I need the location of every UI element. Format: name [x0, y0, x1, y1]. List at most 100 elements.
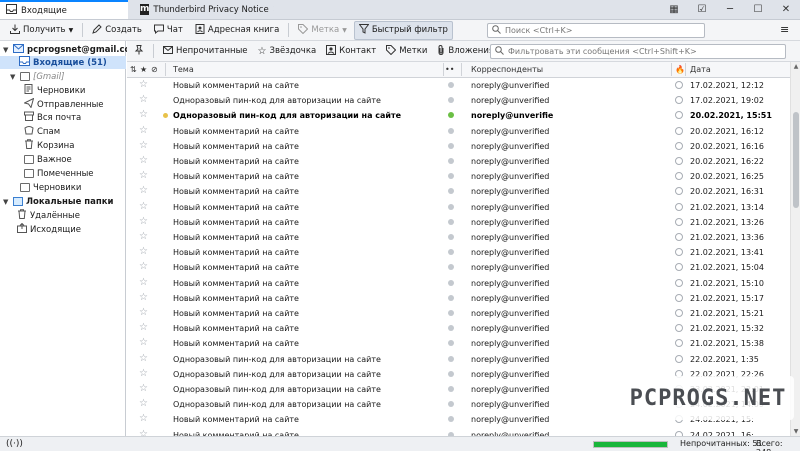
star-icon[interactable]: ☆: [139, 383, 148, 395]
folder-starred[interactable]: Помеченные: [24, 167, 94, 180]
junk-status-icon[interactable]: [675, 248, 683, 257]
folder-sent[interactable]: Отправленные: [23, 97, 104, 111]
read-status-icon[interactable]: [448, 294, 454, 301]
message-row[interactable]: ☆ Новый комментарий на сайте noreply@unver…: [127, 184, 790, 199]
calendar-icon[interactable]: ▦: [660, 4, 688, 15]
junk-status-icon[interactable]: [675, 263, 683, 272]
message-row[interactable]: ☆ Новый комментарий на сайте noreply@unver…: [127, 169, 790, 184]
message-row[interactable]: ☆ Новый комментарий на сайте noreply@unver…: [127, 321, 790, 336]
read-status-icon[interactable]: [448, 370, 454, 377]
read-status-icon[interactable]: [448, 325, 454, 332]
scroll-up-icon[interactable]: ▲: [791, 63, 800, 70]
folder-important[interactable]: Важное: [24, 153, 72, 166]
read-column-icon[interactable]: ••: [445, 65, 454, 74]
star-icon[interactable]: ☆: [139, 170, 148, 182]
junk-column-icon[interactable]: 🔥: [675, 65, 685, 74]
read-status-icon[interactable]: [448, 97, 454, 104]
star-icon[interactable]: ☆: [139, 307, 148, 319]
filter-tags-button[interactable]: Метки: [383, 43, 430, 60]
account-item[interactable]: ▼ pcprogsnet@gmail.com: [3, 43, 139, 56]
message-row[interactable]: ☆ Новый комментарий на сайте noreply@unver…: [127, 428, 790, 436]
message-row[interactable]: ☆ Новый комментарий на сайте noreply@unver…: [127, 200, 790, 215]
star-icon[interactable]: ☆: [139, 398, 148, 410]
maximize-button[interactable]: ☐: [744, 4, 772, 15]
star-column-icon[interactable]: ★: [140, 65, 147, 74]
filter-messages-input[interactable]: Фильтровать эти сообщения <Ctrl+Shift+K>: [490, 44, 786, 59]
junk-status-icon[interactable]: [675, 96, 683, 105]
folder-deleted[interactable]: Удалённые: [17, 209, 80, 222]
junk-status-icon[interactable]: [675, 187, 683, 196]
folder-drafts[interactable]: Черновики: [24, 84, 85, 97]
junk-status-icon[interactable]: [675, 309, 683, 317]
junk-status-icon[interactable]: [675, 141, 683, 150]
folder-allmail[interactable]: Вся почта: [24, 111, 81, 124]
search-input[interactable]: Поиск <Ctrl+K>: [487, 23, 705, 38]
thread-column-icon[interactable]: ⇅: [130, 65, 137, 74]
read-status-icon[interactable]: [448, 142, 454, 149]
column-date[interactable]: Дата: [690, 65, 711, 74]
tasks-icon[interactable]: ☑: [688, 4, 716, 15]
junk-status-icon[interactable]: [675, 354, 683, 363]
message-row[interactable]: ☆ Одноразовый пин-код для авторизации на …: [127, 352, 790, 367]
tab-privacy-notice[interactable]: m Thunderbird Privacy Notice ✕: [134, 0, 274, 19]
message-row[interactable]: ☆ Новый комментарий на сайте noreply@unver…: [127, 78, 790, 93]
read-status-icon[interactable]: [448, 234, 454, 240]
star-icon[interactable]: ☆: [139, 413, 148, 425]
star-icon[interactable]: ☆: [139, 109, 148, 121]
folder-gmail[interactable]: ▼ [Gmail]: [10, 70, 64, 83]
folder-spam[interactable]: Спам: [24, 125, 60, 138]
junk-status-icon[interactable]: [675, 157, 683, 165]
chat-button[interactable]: Чат: [149, 21, 188, 40]
close-window-button[interactable]: ✕: [772, 4, 800, 15]
star-icon[interactable]: ☆: [139, 94, 148, 106]
star-icon[interactable]: ☆: [139, 292, 148, 304]
junk-status-icon[interactable]: [675, 111, 683, 120]
read-status-icon[interactable]: [448, 127, 454, 134]
junk-status-icon[interactable]: [675, 339, 683, 348]
message-row[interactable]: ☆ Новый комментарий на сайте noreply@unver…: [127, 139, 790, 154]
local-folders-item[interactable]: ▼ Локальные папки: [3, 195, 114, 208]
read-status-icon[interactable]: [448, 310, 454, 316]
filter-starred-button[interactable]: ☆ Звёздочка: [255, 44, 320, 59]
scroll-down-icon[interactable]: ▼: [791, 428, 800, 435]
star-icon[interactable]: ☆: [139, 429, 148, 436]
quickfilter-button[interactable]: Быстрый фильтр: [353, 20, 453, 40]
read-status-icon[interactable]: [448, 355, 454, 362]
star-icon[interactable]: ☆: [139, 261, 148, 273]
junk-status-icon[interactable]: [675, 172, 683, 181]
star-icon[interactable]: ☆: [139, 322, 148, 334]
tag-button[interactable]: Метка ▼: [293, 21, 351, 40]
message-row[interactable]: ☆ Одноразовый пин-код для авторизации на …: [127, 108, 790, 123]
read-status-icon[interactable]: [448, 279, 454, 286]
star-icon[interactable]: ☆: [139, 216, 148, 228]
read-status-icon[interactable]: [448, 173, 454, 180]
star-icon[interactable]: ☆: [139, 337, 148, 349]
read-status-icon[interactable]: [448, 386, 454, 392]
star-icon[interactable]: ☆: [139, 246, 148, 258]
message-row[interactable]: ☆ Новый комментарий на сайте noreply@unver…: [127, 124, 790, 139]
attachment-column-icon[interactable]: ⊘: [151, 65, 158, 74]
junk-status-icon[interactable]: [675, 324, 683, 333]
read-status-icon[interactable]: [448, 249, 454, 256]
message-row[interactable]: ☆ Одноразовый пин-код для авторизации на …: [127, 93, 790, 108]
chevron-down-icon[interactable]: ▼: [10, 73, 17, 81]
message-row[interactable]: ☆ Новый комментарий на сайте noreply@unver…: [127, 215, 790, 230]
column-subject[interactable]: Тема: [173, 65, 194, 74]
junk-status-icon[interactable]: [675, 126, 683, 135]
hamburger-menu-icon[interactable]: ≡: [780, 23, 789, 36]
read-status-icon[interactable]: [448, 112, 454, 119]
folder-inbox[interactable]: Входящие (51): [0, 56, 126, 69]
star-icon[interactable]: ☆: [139, 277, 148, 289]
filter-attachments-button[interactable]: Вложения: [434, 43, 497, 60]
scrollbar-thumb[interactable]: [793, 112, 799, 208]
folder-trash[interactable]: Корзина: [24, 139, 74, 152]
chevron-down-icon[interactable]: ▼: [69, 27, 74, 34]
minimize-button[interactable]: ─: [716, 4, 744, 15]
online-status-icon[interactable]: ((·)): [6, 439, 23, 449]
message-row[interactable]: ☆ Новый комментарий на сайте noreply@unver…: [127, 291, 790, 306]
star-icon[interactable]: ☆: [139, 368, 148, 380]
close-icon[interactable]: ✕: [273, 5, 274, 15]
junk-status-icon[interactable]: [675, 202, 683, 211]
get-messages-button[interactable]: Получить ▼: [5, 21, 78, 40]
star-icon[interactable]: ☆: [139, 185, 148, 197]
